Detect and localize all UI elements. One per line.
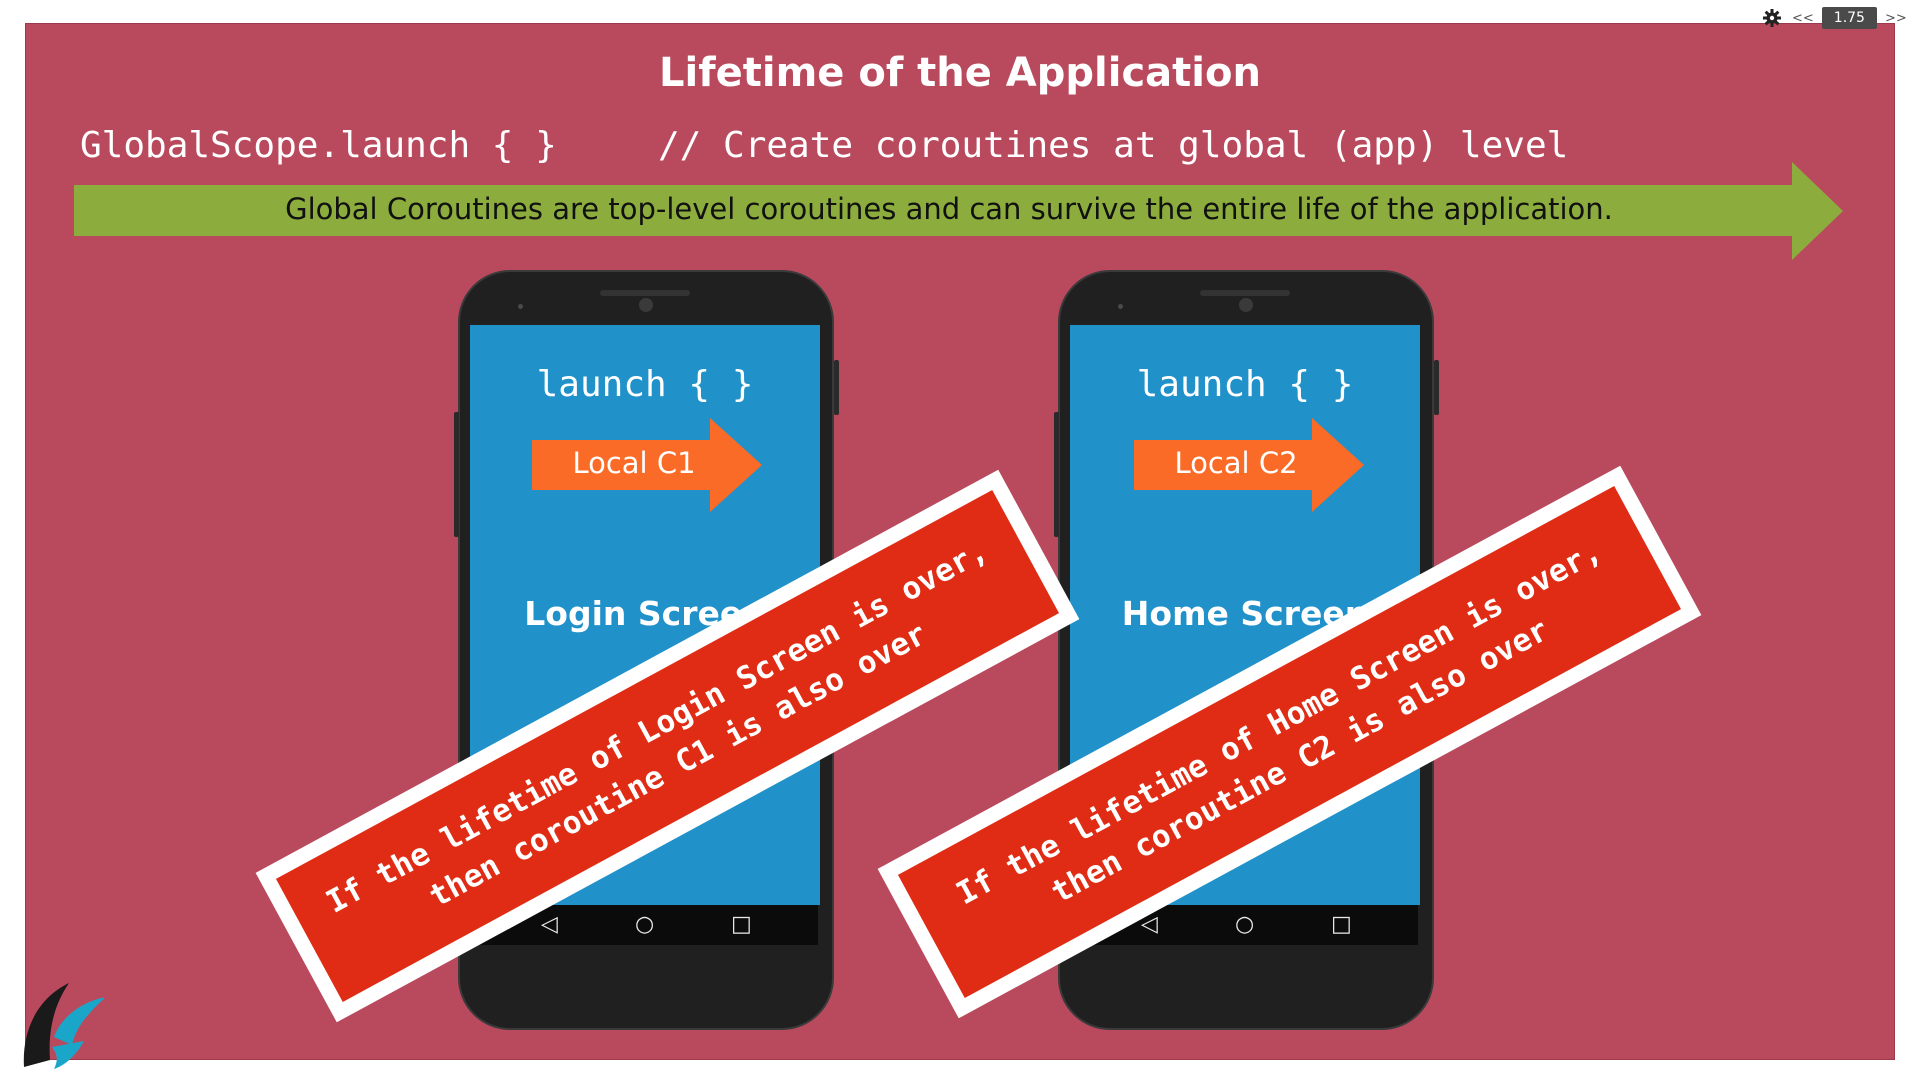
player-controls: << 1.75 >> <box>1762 4 1911 32</box>
global-coroutines-description: Global Coroutines are top-level coroutin… <box>285 192 1613 226</box>
playback-speed[interactable]: 1.75 <box>1821 7 1877 29</box>
slower-button[interactable]: << <box>1792 11 1814 26</box>
home-icon: ○ <box>635 912 655 937</box>
launch-code: launch { } <box>536 364 754 405</box>
phone-side-button <box>1434 360 1439 415</box>
phone-camera <box>639 298 653 312</box>
phone-speaker <box>1200 290 1290 296</box>
back-icon: ◁ <box>541 912 558 937</box>
phone-sensor <box>518 304 523 309</box>
phone-sensor <box>1118 304 1123 309</box>
local-coroutine-label: Local C2 <box>1174 446 1298 480</box>
recents-icon: □ <box>731 912 752 937</box>
phone-speaker <box>600 290 690 296</box>
phone-side-button <box>454 412 459 537</box>
recents-icon: □ <box>1331 912 1352 937</box>
gear-icon[interactable] <box>1762 8 1782 28</box>
faster-button[interactable]: >> <box>1885 11 1907 26</box>
local-coroutine-label: Local C1 <box>572 446 696 480</box>
phone-camera <box>1239 298 1253 312</box>
phone-side-button <box>834 360 839 415</box>
home-icon: ○ <box>1235 912 1255 937</box>
brand-logo <box>23 983 104 1069</box>
phone-side-button <box>1054 412 1059 537</box>
launch-code: launch { } <box>1136 364 1354 405</box>
